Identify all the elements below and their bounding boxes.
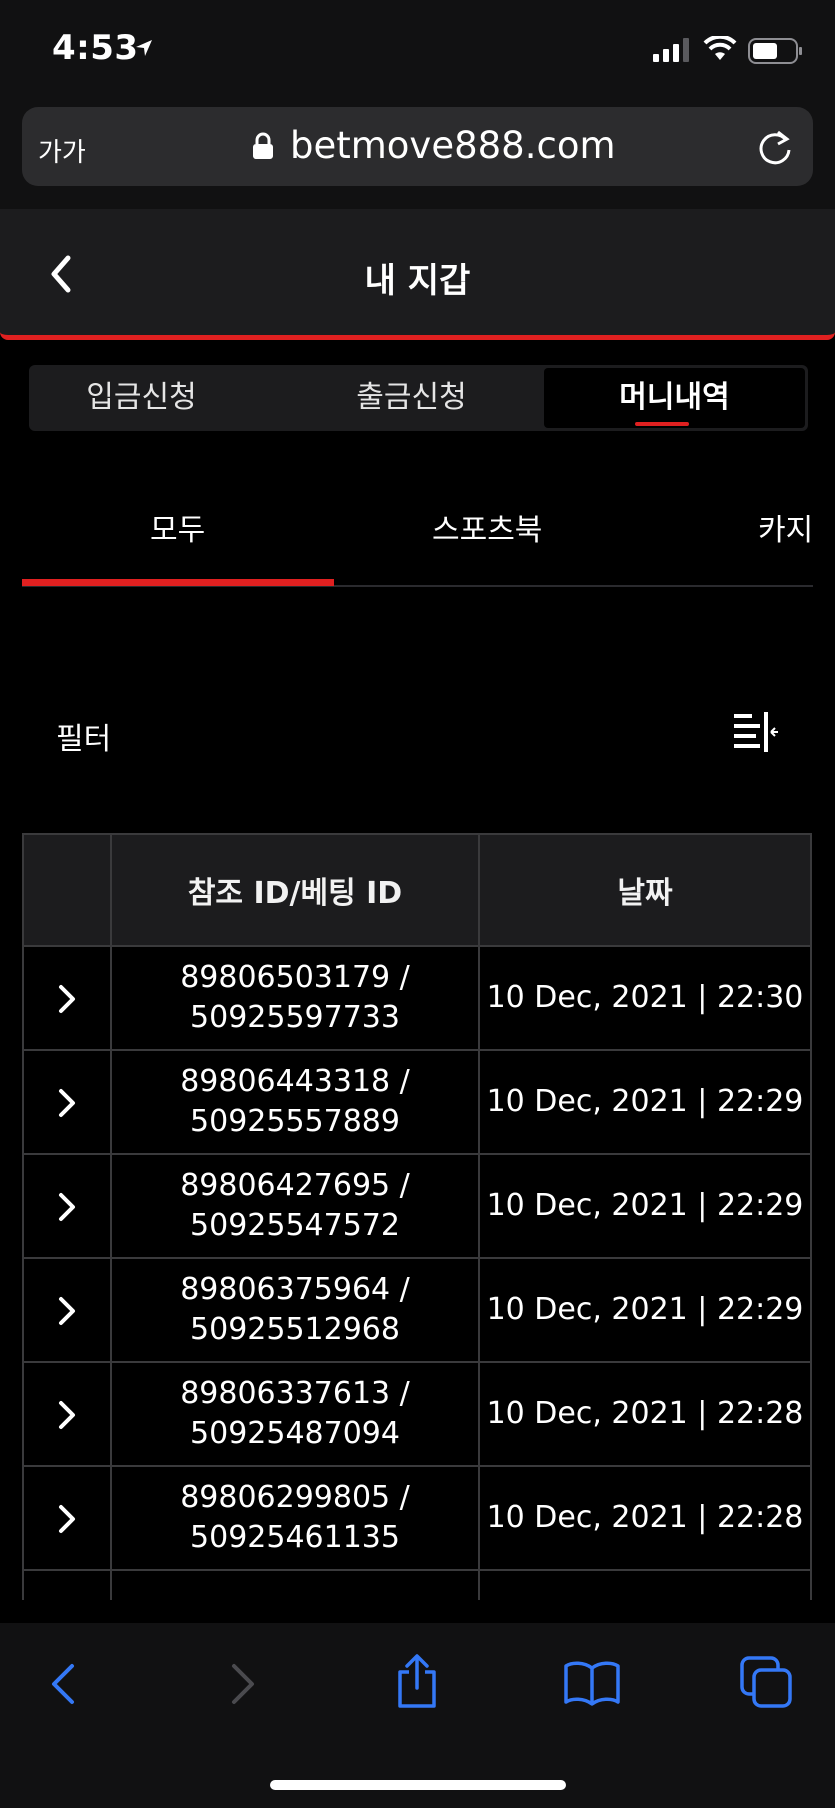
tabs-icon[interactable] — [740, 1656, 794, 1708]
wifi-icon — [703, 36, 737, 60]
home-indicator — [270, 1780, 566, 1790]
signal-icon — [653, 38, 689, 62]
bet-id: 50925461135 — [190, 1520, 400, 1555]
share-icon[interactable] — [394, 1654, 440, 1708]
row-date: 10 Dec, 2021 | 22:28 — [478, 1465, 812, 1571]
row-chevron-icon[interactable] — [57, 1296, 77, 1326]
tab-deposit-request[interactable]: 입금신청 — [29, 365, 254, 431]
row-expand-cell[interactable] — [22, 1049, 112, 1155]
ref-id: 89806427695 / — [180, 1168, 410, 1203]
category-tab-all[interactable]: 모두 — [150, 505, 205, 549]
row-expand-cell[interactable] — [22, 1153, 112, 1259]
safari-back-icon[interactable] — [48, 1662, 78, 1706]
category-active-indicator — [22, 579, 334, 586]
table-row[interactable]: 89806443318 / 50925557889 10 Dec, 2021 | 2… — [22, 1049, 812, 1155]
table-row[interactable]: 89806503179 / 50925597733 10 Dec, 2021 | 2… — [22, 945, 812, 1051]
row-ref-bet-id: 89806427695 / 50925547572 — [110, 1153, 480, 1259]
row-date: 10 Dec, 2021 | 22:30 — [478, 945, 812, 1051]
ref-id: 89806443318 / — [180, 1064, 410, 1099]
table-header-row: 참조 ID/베팅 ID 날짜 — [22, 833, 812, 947]
table-row[interactable]: 89806234238 / — [22, 1569, 812, 1600]
tab-withdraw-request[interactable]: 출금신청 — [279, 365, 544, 431]
row-date: 10 Dec, 2021 | 22:29 — [478, 1257, 812, 1363]
row-date: 10 Dec, 2021 | 22:28 — [478, 1361, 812, 1467]
ref-id: 89806503179 / — [180, 960, 410, 995]
bookmarks-icon[interactable] — [564, 1660, 620, 1706]
row-date: 10 Dec, 2021 | 22:29 — [478, 1153, 812, 1259]
header-ref-id: 참조 ID/베팅 ID — [110, 833, 480, 947]
ref-id: 89806299805 / — [180, 1480, 410, 1515]
row-chevron-icon[interactable] — [57, 1192, 77, 1222]
battery-icon — [748, 38, 802, 64]
page-title: 내 지갑 — [364, 261, 471, 301]
location-arrow-icon — [136, 40, 152, 56]
row-ref-bet-id: 89806443318 / 50925557889 — [110, 1049, 480, 1155]
category-tab-sportsbook[interactable]: 스포츠북 — [432, 505, 542, 549]
row-chevron-icon[interactable] — [57, 1504, 77, 1534]
history-table-viewport[interactable]: 참조 ID/베팅 ID 날짜 89806503179 / 50925597733 1… — [0, 833, 835, 1600]
ref-id: 89806375964 / — [180, 1272, 410, 1307]
tab-money-history[interactable]: 머니내역 — [544, 368, 805, 428]
row-ref-bet-id: 89806337613 / 50925487094 — [110, 1361, 480, 1467]
filter-icon[interactable] — [732, 710, 780, 754]
row-chevron-icon[interactable] — [57, 984, 77, 1014]
history-table: 참조 ID/베팅 ID 날짜 89806503179 / 50925597733 1… — [22, 833, 812, 1600]
row-expand-cell[interactable] — [22, 1465, 112, 1571]
header-expand — [22, 833, 112, 947]
safari-forward-icon — [232, 1664, 254, 1704]
bet-id: 50925547572 — [190, 1208, 400, 1243]
row-ref-bet-id: 89806234238 / — [110, 1569, 480, 1600]
table-row[interactable]: 89806375964 / 50925512968 10 Dec, 2021 | 2… — [22, 1257, 812, 1363]
row-expand-cell[interactable] — [22, 1569, 112, 1600]
url-text[interactable]: betmove888.com — [290, 124, 616, 167]
lock-icon — [253, 132, 273, 159]
bet-id: 50925597733 — [190, 1000, 400, 1035]
row-ref-bet-id: 89806299805 / 50925461135 — [110, 1465, 480, 1571]
category-tab-casino[interactable]: 카지 — [758, 505, 813, 549]
text-size-button[interactable]: 가가 — [38, 132, 86, 169]
row-ref-bet-id: 89806375964 / 50925512968 — [110, 1257, 480, 1363]
row-expand-cell[interactable] — [22, 945, 112, 1051]
active-tab-indicator — [635, 422, 689, 426]
bet-id: 50925512968 — [190, 1312, 400, 1347]
table-row[interactable]: 89806427695 / 50925547572 10 Dec, 2021 | 2… — [22, 1153, 812, 1259]
row-date — [478, 1569, 812, 1600]
row-chevron-icon[interactable] — [57, 1400, 77, 1430]
row-expand-cell[interactable] — [22, 1361, 112, 1467]
reload-icon[interactable] — [756, 128, 794, 168]
row-expand-cell[interactable] — [22, 1257, 112, 1363]
filter-label: 필터 — [56, 722, 112, 757]
table-row[interactable]: 89806337613 / 50925487094 10 Dec, 2021 | 2… — [22, 1361, 812, 1467]
wallet-segment-tabs: 입금신청 출금신청 머니내역 — [29, 365, 808, 431]
bet-id: 50925557889 — [190, 1104, 400, 1139]
table-row[interactable]: 89806299805 / 50925461135 10 Dec, 2021 | 2… — [22, 1465, 812, 1571]
tab-money-history-label: 머니내역 — [619, 380, 730, 415]
row-chevron-icon[interactable] — [57, 1088, 77, 1118]
status-time: 4:53 — [52, 28, 139, 68]
row-ref-bet-id: 89806503179 / 50925597733 — [110, 945, 480, 1051]
row-date: 10 Dec, 2021 | 22:29 — [478, 1049, 812, 1155]
ref-id: 89806337613 / — [180, 1376, 410, 1411]
bet-id: 50925487094 — [190, 1416, 400, 1451]
header-date: 날짜 — [478, 833, 812, 947]
